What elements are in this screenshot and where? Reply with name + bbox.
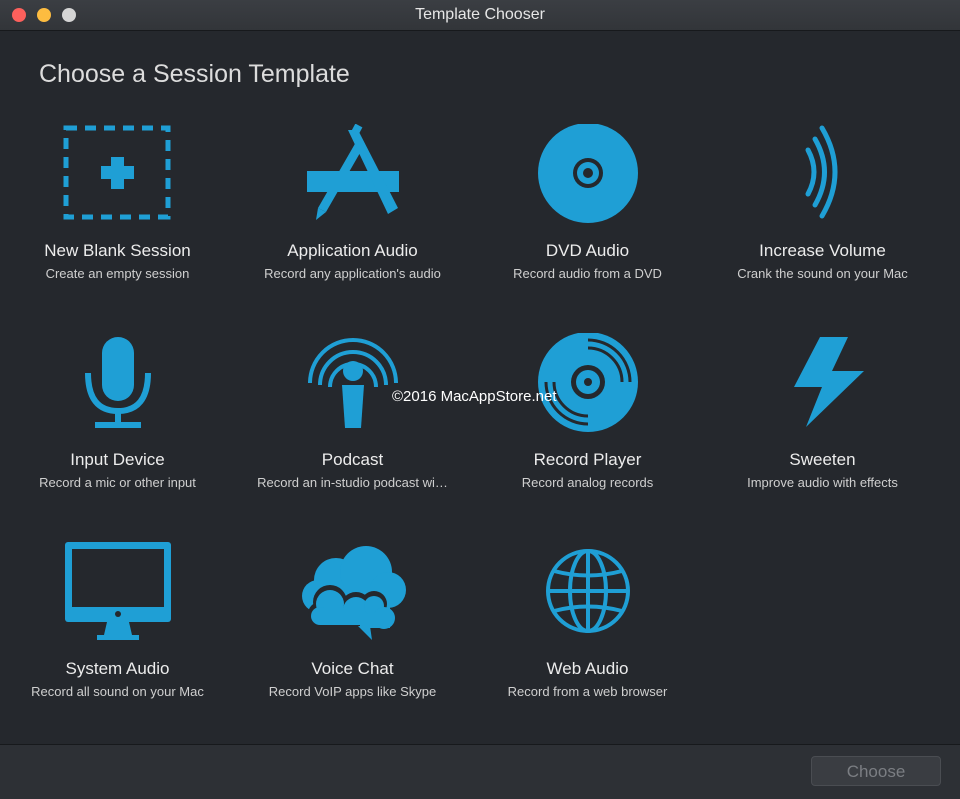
template-description: Record VoIP apps like Skype bbox=[268, 684, 437, 699]
template-name: System Audio bbox=[65, 659, 170, 678]
footer-bar: Choose bbox=[0, 744, 960, 799]
window-title: Template Chooser bbox=[415, 6, 545, 23]
template-description: Improve audio with effects bbox=[747, 475, 898, 490]
app-store-icon bbox=[306, 124, 399, 220]
template-record-player[interactable]: Record Player Record analog records bbox=[470, 333, 705, 533]
title-bar: Template Chooser bbox=[0, 0, 960, 31]
template-name: Web Audio bbox=[546, 659, 629, 678]
choose-button[interactable]: Choose bbox=[811, 756, 941, 786]
template-increase-volume[interactable]: Increase Volume Crank the sound on your … bbox=[705, 124, 940, 324]
sound-waves-icon bbox=[805, 125, 837, 219]
template-name: DVD Audio bbox=[545, 241, 630, 260]
chat-clouds-icon bbox=[301, 546, 406, 640]
template-name: Voice Chat bbox=[311, 659, 394, 678]
template-dvd-audio[interactable]: DVD Audio Record audio from a DVD bbox=[470, 124, 705, 324]
template-input-device[interactable]: Input Device Record a mic or other input bbox=[0, 333, 235, 533]
template-new-blank-session[interactable]: New Blank Session Create an empty sessio… bbox=[0, 124, 235, 324]
template-description: Record an in-studio podcast wi… bbox=[257, 475, 448, 490]
template-description: Record a mic or other input bbox=[39, 475, 196, 490]
template-voice-chat[interactable]: Voice Chat Record VoIP apps like Skype bbox=[235, 542, 470, 742]
vinyl-record-icon bbox=[537, 333, 638, 432]
template-sweeten[interactable]: Sweeten Improve audio with effects bbox=[705, 333, 940, 533]
template-application-audio[interactable]: Application Audio Record any application… bbox=[235, 124, 470, 324]
template-name: Increase Volume bbox=[759, 241, 886, 260]
lightning-icon bbox=[793, 337, 864, 427]
globe-icon bbox=[545, 549, 630, 633]
page-title: Choose a Session Template bbox=[39, 60, 350, 88]
template-chooser-window: Template Chooser Choose a Session Templa… bbox=[0, 0, 960, 799]
template-web-audio[interactable]: Web Audio Record from a web browser bbox=[470, 542, 705, 742]
template-description: Record from a web browser bbox=[507, 684, 668, 699]
template-description: Record any application's audio bbox=[264, 266, 441, 281]
template-system-audio[interactable]: System Audio Record all sound on your Ma… bbox=[0, 542, 235, 742]
dvd-icon bbox=[537, 124, 638, 223]
template-name: Input Device bbox=[70, 450, 165, 469]
template-name: Record Player bbox=[533, 450, 642, 469]
template-podcast[interactable]: Podcast Record an in-studio podcast wi… bbox=[235, 333, 470, 533]
template-name: Application Audio bbox=[287, 241, 418, 260]
microphone-icon bbox=[84, 337, 151, 428]
template-name: Sweeten bbox=[789, 450, 856, 469]
template-description: Create an empty session bbox=[45, 266, 190, 281]
imac-icon bbox=[64, 542, 171, 640]
template-description: Record audio from a DVD bbox=[513, 266, 662, 281]
template-description: Record analog records bbox=[521, 475, 654, 490]
blank-session-icon bbox=[63, 125, 170, 220]
template-description: Crank the sound on your Mac bbox=[737, 266, 908, 281]
template-description: Record all sound on your Mac bbox=[31, 684, 204, 699]
podcast-icon bbox=[307, 338, 398, 428]
template-name: New Blank Session bbox=[44, 241, 191, 260]
watermark: ©2016 MacAppStore.net bbox=[392, 388, 557, 405]
template-name: Podcast bbox=[321, 450, 384, 469]
